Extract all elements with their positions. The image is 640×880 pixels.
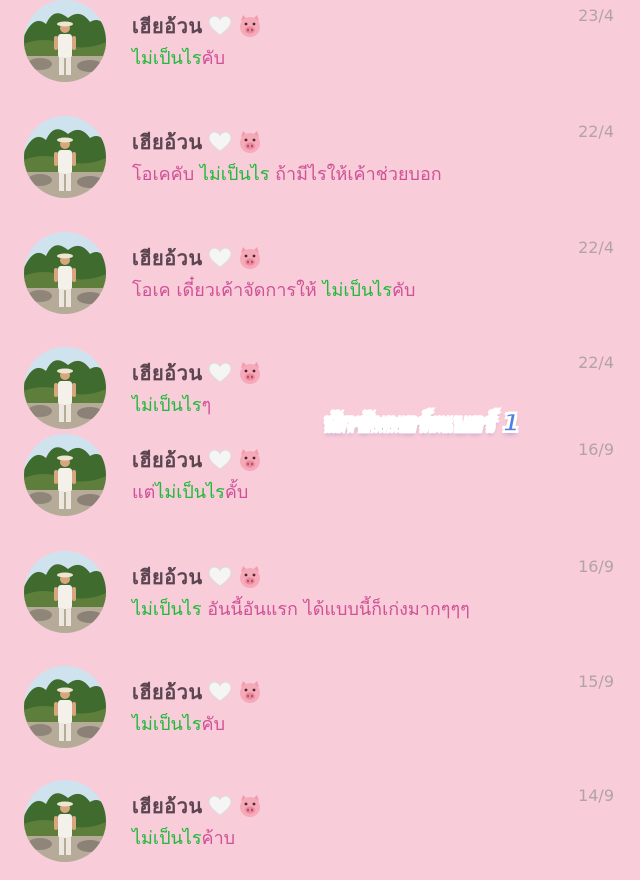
overlay-caption: นักซัพพอร์ตเบอร์ 1 [321,408,520,438]
text-segment: ไม่เป็นไร [132,599,202,620]
pig-face-icon [237,129,263,155]
comment-text: ไม่เป็นไรคับ [132,46,225,72]
comment-date: 14/9 [578,786,614,805]
comment-text: ไม่เป็นไรๆ [132,393,211,419]
text-segment: คับ [201,714,225,735]
text-segment: ไม่เป็นไร [132,48,202,69]
white-heart-icon [207,245,233,271]
comment-date: 23/4 [578,6,614,25]
avatar-photo [24,0,106,82]
text-segment: คับ [201,48,225,69]
text-segment: ถ้ามีไรให้เค้าช่วยบอก [269,164,442,185]
comment-item[interactable]: เฮียอ้วน ไม่เป็นไรคับ 23/4 [0,0,640,100]
white-heart-icon [207,793,233,819]
text-segment: อันนี้อันแรก ได้แบบนี้ก็เก่งมากๆๆๆ [201,599,470,620]
comment-date: 16/9 [578,440,614,459]
avatar-photo [24,434,106,516]
commenter-name[interactable]: เฮียอ้วน [132,242,203,274]
commenter-name[interactable]: เฮียอ้วน [132,444,203,476]
comment-text: ไม่เป็นไร อันนี้อันแรก ได้แบบนี้ก็เก่งมา… [132,597,470,623]
comment-item[interactable]: เฮียอ้วน โอเค เดี๋ยวเค้าจัดการให้ ไม่เป็… [0,232,640,332]
text-segment: โอเคคับ [132,164,200,185]
avatar-photo [24,232,106,314]
comment-item[interactable]: เฮียอ้วน ไม่เป็นไรค้าบ 14/9 [0,780,640,880]
pig-face-icon [237,447,263,473]
pig-face-icon [237,793,263,819]
avatar-photo [24,347,106,429]
text-segment: ไม่เป็นไร [132,828,202,849]
commenter-name[interactable]: เฮียอ้วน [132,561,203,593]
commenter-name[interactable]: เฮียอ้วน [132,10,203,42]
comment-item[interactable]: เฮียอ้วน โอเคคับ ไม่เป็นไร ถ้ามีไรให้เค้… [0,116,640,216]
text-segment: ไม่เป็นไร [199,164,270,185]
comment-date: 22/4 [578,122,614,141]
text-segment: ไม่เป็นไร [155,482,225,503]
comment-item[interactable]: เฮียอ้วน แต่ไม่เป็นไรคั้บ 16/9 [0,434,640,534]
white-heart-icon [207,13,233,39]
comment-date: 22/4 [578,238,614,257]
comment-item[interactable]: เฮียอ้วน ไม่เป็นไรคับ 15/9 [0,666,640,766]
comment-item[interactable]: เฮียอ้วน ไม่เป็นไร อันนี้อันแรก ได้แบบนี… [0,551,640,651]
text-segment: คับ [392,280,416,301]
avatar[interactable] [24,780,106,862]
text-segment: ไม่เป็นไร [322,280,393,301]
text-segment: คั้บ [224,482,249,503]
comment-text: โอเคคับ ไม่เป็นไร ถ้ามีไรให้เค้าช่วยบอก [132,162,442,188]
text-segment: โอเค เดี๋ยวเค้าจัดการให้ [132,280,323,301]
white-heart-icon [207,447,233,473]
pig-face-icon [237,679,263,705]
comment-date: 15/9 [578,672,614,691]
avatar-photo [24,780,106,862]
comment-item[interactable]: เฮียอ้วน ไม่เป็นไรๆ 22/4 [0,347,640,447]
avatar-photo [24,551,106,633]
commenter-name[interactable]: เฮียอ้วน [132,357,203,389]
comment-text: ไม่เป็นไรค้าบ [132,826,235,852]
pig-face-icon [237,360,263,386]
white-heart-icon [207,679,233,705]
comment-text: แต่ไม่เป็นไรคั้บ [132,480,248,506]
white-heart-icon [207,564,233,590]
commenter-name[interactable]: เฮียอ้วน [132,790,203,822]
text-segment: ๆ [201,395,212,416]
text-segment: ค้าบ [201,828,236,849]
comment-date: 16/9 [578,557,614,576]
avatar[interactable] [24,551,106,633]
avatar-photo [24,666,106,748]
avatar-photo [24,116,106,198]
pig-face-icon [237,564,263,590]
avatar[interactable] [24,434,106,516]
comment-text: ไม่เป็นไรคับ [132,712,225,738]
pig-face-icon [237,245,263,271]
comment-list: เฮียอ้วน ไม่เป็นไรคับ 23/4 เฮียอ้วน โอเค… [0,0,640,862]
avatar[interactable] [24,347,106,429]
text-segment: ไม่เป็นไร [132,395,202,416]
text-segment: แต่ [132,482,156,503]
comment-date: 22/4 [578,353,614,372]
commenter-name[interactable]: เฮียอ้วน [132,126,203,158]
avatar[interactable] [24,116,106,198]
white-heart-icon [207,129,233,155]
pig-face-icon [237,13,263,39]
comment-text: โอเค เดี๋ยวเค้าจัดการให้ ไม่เป็นไรคับ [132,278,415,304]
avatar[interactable] [24,0,106,82]
white-heart-icon [207,360,233,386]
commenter-name[interactable]: เฮียอ้วน [132,676,203,708]
text-segment: ไม่เป็นไร [132,714,202,735]
avatar[interactable] [24,232,106,314]
avatar[interactable] [24,666,106,748]
